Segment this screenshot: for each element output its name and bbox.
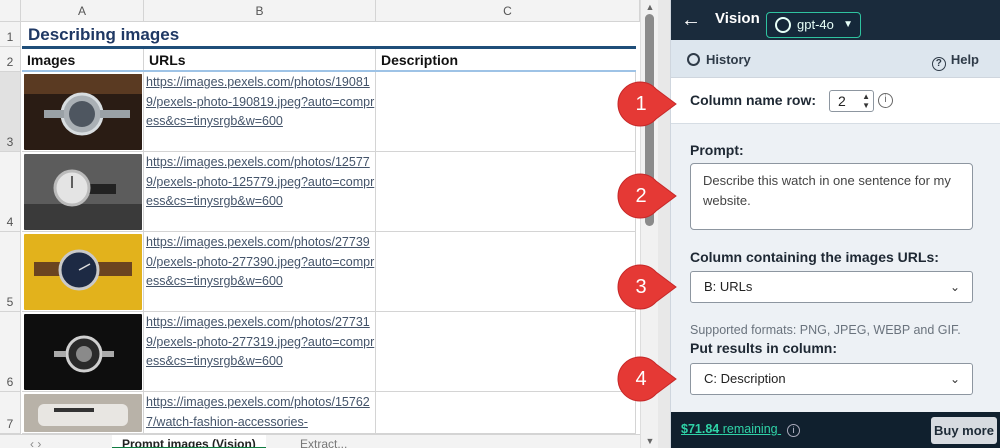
buy-more-button[interactable]: Buy more xyxy=(931,417,997,444)
image-column-value: B: URLs xyxy=(704,279,753,294)
sheet-title[interactable]: Describing images xyxy=(22,23,636,47)
image-column-label: Column containing the images URLs: xyxy=(690,249,939,265)
header-description[interactable]: Description xyxy=(376,49,636,71)
scroll-down-icon[interactable]: ▼ xyxy=(644,436,656,446)
row-header-2[interactable]: 2 xyxy=(0,47,21,72)
help-icon: ? xyxy=(931,57,946,71)
history-button[interactable]: History xyxy=(687,52,751,67)
chevron-down-icon: ▼ xyxy=(843,19,853,30)
image-cell[interactable] xyxy=(22,392,144,434)
row-header-6[interactable]: 6 xyxy=(0,312,21,392)
history-icon xyxy=(687,53,700,66)
column-name-row-stepper[interactable]: 2 ▲ ▼ xyxy=(829,90,874,112)
credit-suffix: remaining xyxy=(722,422,778,436)
sheet-tab-bar: ‹ › Prompt images (Vision) Extract... xyxy=(0,434,640,448)
row-header-7[interactable]: 7 xyxy=(0,392,21,434)
callout-marker-3: 3 xyxy=(616,263,678,311)
column-name-row-label: Column name row: xyxy=(690,92,817,108)
row-header-5[interactable]: 5 xyxy=(0,232,21,312)
callout-number: 4 xyxy=(635,368,647,390)
watch-photo-1 xyxy=(24,74,142,150)
column-header-b[interactable]: B xyxy=(144,0,376,22)
callout-number: 1 xyxy=(635,93,647,115)
description-cell[interactable] xyxy=(376,312,636,392)
stepper-value: 2 xyxy=(838,93,846,109)
watch-photo-5 xyxy=(24,394,142,432)
select-all-corner[interactable] xyxy=(0,0,21,22)
scroll-up-icon[interactable]: ▲ xyxy=(644,2,656,12)
tab-scroll-arrows[interactable]: ‹ › xyxy=(20,435,51,448)
row-header-4[interactable]: 4 xyxy=(0,152,21,232)
info-icon[interactable]: i xyxy=(878,93,893,108)
row-header-1[interactable]: 1 xyxy=(0,22,21,47)
prompt-label: Prompt: xyxy=(690,142,744,158)
watch-photo-4 xyxy=(24,314,142,390)
description-cell[interactable] xyxy=(376,392,636,434)
openai-logo-icon xyxy=(775,17,791,33)
url-cell[interactable]: https://images.pexels.com/photos/125779/… xyxy=(144,152,376,232)
description-cell[interactable] xyxy=(376,232,636,312)
image-cell[interactable] xyxy=(22,312,144,392)
info-icon[interactable]: i xyxy=(787,424,801,437)
column-header-c[interactable]: C xyxy=(376,0,640,22)
watch-photo-3 xyxy=(24,234,142,310)
chevron-down-icon: ⌄ xyxy=(949,372,960,386)
prompt-textarea[interactable]: Describe this watch in one sentence for … xyxy=(690,163,973,230)
image-cell[interactable] xyxy=(22,232,144,312)
vision-panel: ← Vision gpt-4o ▼ History ? Help Column n… xyxy=(670,0,1000,448)
row-header-3[interactable]: 3 xyxy=(0,72,21,152)
panel-footer: $71.84 remaining i Buy more xyxy=(671,412,1000,448)
callout-number: 2 xyxy=(635,185,647,207)
model-label: gpt-4o xyxy=(797,17,834,32)
url-cell[interactable]: https://images.pexels.com/photos/277319/… xyxy=(144,312,376,392)
credit-remaining[interactable]: $71.84 remaining i xyxy=(681,422,801,437)
image-cell[interactable] xyxy=(22,152,144,232)
watch-photo-2 xyxy=(24,154,142,230)
model-selector[interactable]: gpt-4o ▼ xyxy=(766,12,861,38)
url-cell[interactable]: https://images.pexels.com/photos/277390/… xyxy=(144,232,376,312)
panel-subheader: History ? Help xyxy=(671,40,1000,78)
stepper-arrows-icon[interactable]: ▲ ▼ xyxy=(862,92,870,110)
column-header-a[interactable]: A xyxy=(21,0,144,22)
help-button[interactable]: ? Help xyxy=(931,52,979,71)
help-label: Help xyxy=(950,52,979,67)
chevron-down-icon: ⌄ xyxy=(949,280,960,294)
callout-marker-1: 1 xyxy=(616,80,678,128)
url-cell[interactable]: https://images.pexels.com/photos/190819/… xyxy=(144,72,376,152)
callout-marker-4: 4 xyxy=(616,355,678,403)
url-cell[interactable]: https://images.pexels.com/photos/157627/… xyxy=(144,392,376,434)
image-column-select[interactable]: B: URLs ⌄ xyxy=(690,271,973,303)
history-label: History xyxy=(706,52,751,67)
panel-header: ← Vision gpt-4o ▼ xyxy=(671,0,1000,40)
tab-prompt-images-vision[interactable]: Prompt images (Vision) xyxy=(112,435,266,448)
supported-formats-note: Supported formats: PNG, JPEG, WEBP and G… xyxy=(690,323,961,337)
results-column-label: Put results in column: xyxy=(690,340,838,356)
callout-marker-2: 2 xyxy=(616,172,678,220)
results-column-value: C: Description xyxy=(704,371,786,386)
description-cell[interactable] xyxy=(376,72,636,152)
back-arrow-icon[interactable]: ← xyxy=(679,8,703,32)
panel-title: Vision xyxy=(715,10,760,27)
header-images[interactable]: Images xyxy=(22,49,144,71)
tab-extract[interactable]: Extract... xyxy=(290,435,357,448)
image-cell[interactable] xyxy=(22,72,144,152)
description-cell[interactable] xyxy=(376,152,636,232)
credit-amount: $71.84 xyxy=(681,422,720,436)
spreadsheet: A B C 1 2 3 4 5 6 7 Describing images Im… xyxy=(0,0,640,448)
callout-number: 3 xyxy=(635,276,647,298)
header-urls[interactable]: URLs xyxy=(144,49,376,71)
results-column-select[interactable]: C: Description ⌄ xyxy=(690,363,973,395)
